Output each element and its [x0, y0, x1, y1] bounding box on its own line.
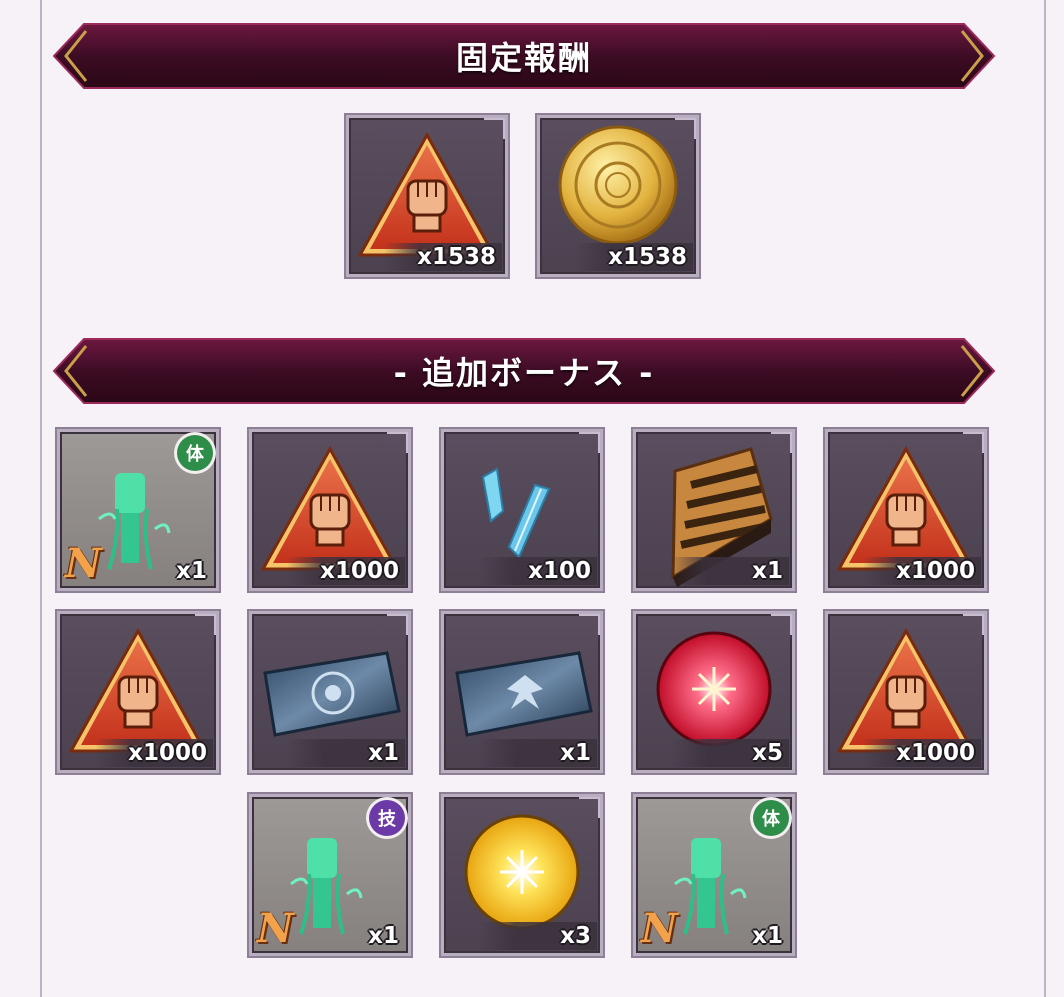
bonus-reward-item[interactable]: x3: [439, 792, 605, 958]
corner-ornament: [963, 614, 984, 635]
item-quantity: x1: [368, 740, 399, 766]
bonus-reward-item[interactable]: 体 N x1: [55, 427, 221, 593]
item-quantity: x1: [752, 923, 783, 949]
corner-ornament: [579, 614, 600, 635]
corner-ornament: [387, 432, 408, 453]
rarity-label: N: [257, 905, 294, 952]
rarity-label: N: [65, 540, 102, 587]
bonus-reward-item[interactable]: 技 N x1: [247, 792, 413, 958]
corner-ornament: [195, 614, 216, 635]
fixed-rewards-banner: 固定報酬: [52, 23, 996, 89]
item-quantity: x1000: [128, 740, 207, 766]
item-quantity: x1000: [320, 558, 399, 584]
corner-ornament: [579, 432, 600, 453]
item-quantity: x1538: [608, 244, 687, 270]
bonus-reward-item[interactable]: x1: [439, 609, 605, 775]
item-quantity: x1000: [896, 740, 975, 766]
item-quantity: x1: [752, 558, 783, 584]
corner-ornament: [675, 118, 696, 139]
fixed-reward-item[interactable]: x1538: [535, 113, 701, 279]
corner-ornament: [771, 432, 792, 453]
item-quantity: x1538: [417, 244, 496, 270]
attribute-badge: 体: [753, 800, 789, 836]
attribute-badge: 体: [177, 435, 213, 471]
bonus-reward-item[interactable]: x1000: [823, 427, 989, 593]
item-quantity: x3: [560, 923, 591, 949]
bonus-rewards-banner: - 追加ボーナス -: [52, 338, 996, 404]
item-quantity: x1000: [896, 558, 975, 584]
fixed-rewards-title: 固定報酬: [455, 39, 592, 77]
frame-left-border: [40, 0, 42, 997]
bonus-reward-item[interactable]: x100: [439, 427, 605, 593]
item-quantity: x1: [560, 740, 591, 766]
bonus-reward-item[interactable]: x5: [631, 609, 797, 775]
bonus-reward-item[interactable]: x1000: [823, 609, 989, 775]
corner-ornament: [771, 614, 792, 635]
bonus-reward-item[interactable]: x1000: [55, 609, 221, 775]
item-quantity: x1: [368, 923, 399, 949]
item-quantity: x100: [528, 558, 591, 584]
corner-ornament: [484, 118, 505, 139]
bonus-reward-item[interactable]: x1: [631, 427, 797, 593]
bonus-reward-item[interactable]: x1000: [247, 427, 413, 593]
rarity-label: N: [641, 905, 678, 952]
fixed-reward-item[interactable]: x1538: [344, 113, 510, 279]
item-quantity: x5: [752, 740, 783, 766]
frame-right-border: [1044, 0, 1046, 997]
attribute-badge: 技: [369, 800, 405, 836]
bonus-reward-item[interactable]: x1: [247, 609, 413, 775]
corner-ornament: [579, 797, 600, 818]
item-quantity: x1: [176, 558, 207, 584]
corner-ornament: [387, 614, 408, 635]
bonus-reward-item[interactable]: 体 N x1: [631, 792, 797, 958]
corner-ornament: [963, 432, 984, 453]
bonus-rewards-title: - 追加ボーナス -: [393, 354, 655, 392]
